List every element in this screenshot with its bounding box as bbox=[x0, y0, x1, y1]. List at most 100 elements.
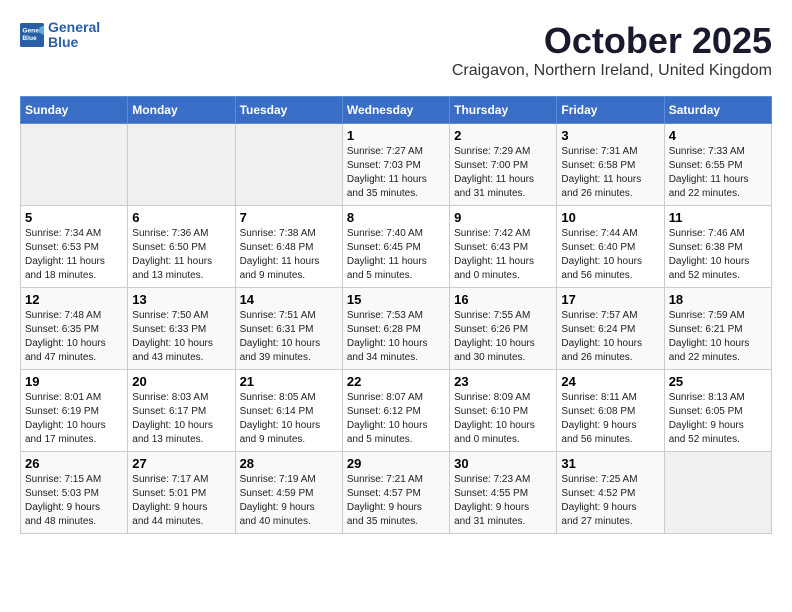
calendar-cell: 15 Sunrise: 7:53 AM Sunset: 6:28 PM Dayli… bbox=[342, 288, 449, 370]
day-details: Sunrise: 7:15 AM Sunset: 5:03 PM Dayligh… bbox=[25, 473, 123, 529]
day-details: Sunrise: 7:25 AM Sunset: 4:52 PM Dayligh… bbox=[561, 473, 659, 529]
calendar-cell: 12Sunrise: 7:48 AM Sunset: 6:35 PM Dayli… bbox=[21, 288, 128, 370]
day-number: 2 bbox=[454, 128, 552, 143]
logo-line2: Blue bbox=[48, 35, 100, 50]
day-details: Sunrise: 7:44 AM Sunset: 6:40 PM Dayligh… bbox=[561, 227, 659, 283]
day-number: 7 bbox=[240, 210, 338, 225]
day-number: 8 bbox=[347, 210, 445, 225]
day-number: 17 bbox=[561, 292, 659, 307]
calendar-cell: 20 Sunrise: 8:03 AM Sunset: 6:17 PM Dayli… bbox=[128, 370, 235, 452]
day-number: 15 bbox=[347, 292, 445, 307]
day-details: Sunrise: 7:36 AM Sunset: 6:50 PM Dayligh… bbox=[132, 227, 230, 283]
calendar-cell: 11 Sunrise: 7:46 AM Sunset: 6:38 PM Dayli… bbox=[664, 206, 771, 288]
day-details: Sunrise: 7:59 AM Sunset: 6:21 PM Dayligh… bbox=[669, 309, 767, 365]
day-details: Sunrise: 7:23 AM Sunset: 4:55 PM Dayligh… bbox=[454, 473, 552, 529]
day-number: 5 bbox=[25, 210, 123, 225]
day-number: 9 bbox=[454, 210, 552, 225]
day-details: Sunrise: 8:13 AM Sunset: 6:05 PM Dayligh… bbox=[669, 391, 767, 447]
calendar-cell bbox=[21, 124, 128, 206]
day-header-friday: Friday bbox=[557, 97, 664, 124]
logo-icon: General Blue bbox=[20, 23, 44, 47]
day-number: 20 bbox=[132, 374, 230, 389]
calendar-cell bbox=[664, 452, 771, 534]
logo-line1: General bbox=[48, 20, 100, 35]
calendar-cell: 17 Sunrise: 7:57 AM Sunset: 6:24 PM Dayli… bbox=[557, 288, 664, 370]
day-details: Sunrise: 7:46 AM Sunset: 6:38 PM Dayligh… bbox=[669, 227, 767, 283]
calendar-cell: 9 Sunrise: 7:42 AM Sunset: 6:43 PM Daylig… bbox=[450, 206, 557, 288]
calendar-cell: 30 Sunrise: 7:23 AM Sunset: 4:55 PM Dayli… bbox=[450, 452, 557, 534]
calendar-cell: 24 Sunrise: 8:11 AM Sunset: 6:08 PM Dayli… bbox=[557, 370, 664, 452]
calendar-cell: 19Sunrise: 8:01 AM Sunset: 6:19 PM Dayli… bbox=[21, 370, 128, 452]
day-number: 19 bbox=[25, 374, 123, 389]
day-number: 23 bbox=[454, 374, 552, 389]
day-details: Sunrise: 7:53 AM Sunset: 6:28 PM Dayligh… bbox=[347, 309, 445, 365]
day-details: Sunrise: 7:31 AM Sunset: 6:58 PM Dayligh… bbox=[561, 145, 659, 201]
day-number: 27 bbox=[132, 456, 230, 471]
day-number: 4 bbox=[669, 128, 767, 143]
day-number: 29 bbox=[347, 456, 445, 471]
day-header-thursday: Thursday bbox=[450, 97, 557, 124]
logo: General Blue General Blue bbox=[20, 20, 100, 51]
day-details: Sunrise: 7:19 AM Sunset: 4:59 PM Dayligh… bbox=[240, 473, 338, 529]
day-header-saturday: Saturday bbox=[664, 97, 771, 124]
calendar-cell: 23 Sunrise: 8:09 AM Sunset: 6:10 PM Dayli… bbox=[450, 370, 557, 452]
day-number: 16 bbox=[454, 292, 552, 307]
calendar-cell: 3 Sunrise: 7:31 AM Sunset: 6:58 PM Daylig… bbox=[557, 124, 664, 206]
day-number: 1 bbox=[347, 128, 445, 143]
day-details: Sunrise: 7:48 AM Sunset: 6:35 PM Dayligh… bbox=[25, 309, 123, 365]
day-header-sunday: Sunday bbox=[21, 97, 128, 124]
day-number: 6 bbox=[132, 210, 230, 225]
day-details: Sunrise: 8:11 AM Sunset: 6:08 PM Dayligh… bbox=[561, 391, 659, 447]
day-number: 26 bbox=[25, 456, 123, 471]
calendar-cell: 4 Sunrise: 7:33 AM Sunset: 6:55 PM Daylig… bbox=[664, 124, 771, 206]
day-number: 14 bbox=[240, 292, 338, 307]
calendar-cell bbox=[128, 124, 235, 206]
day-details: Sunrise: 8:05 AM Sunset: 6:14 PM Dayligh… bbox=[240, 391, 338, 447]
calendar-cell: 8 Sunrise: 7:40 AM Sunset: 6:45 PM Daylig… bbox=[342, 206, 449, 288]
day-number: 13 bbox=[132, 292, 230, 307]
day-details: Sunrise: 7:33 AM Sunset: 6:55 PM Dayligh… bbox=[669, 145, 767, 201]
day-number: 28 bbox=[240, 456, 338, 471]
calendar-cell: 27 Sunrise: 7:17 AM Sunset: 5:01 PM Dayli… bbox=[128, 452, 235, 534]
day-details: Sunrise: 8:09 AM Sunset: 6:10 PM Dayligh… bbox=[454, 391, 552, 447]
calendar-cell: 18 Sunrise: 7:59 AM Sunset: 6:21 PM Dayli… bbox=[664, 288, 771, 370]
calendar-cell: 1 Sunrise: 7:27 AM Sunset: 7:03 PM Daylig… bbox=[342, 124, 449, 206]
day-number: 10 bbox=[561, 210, 659, 225]
calendar-cell: 21 Sunrise: 8:05 AM Sunset: 6:14 PM Dayli… bbox=[235, 370, 342, 452]
calendar-cell: 13Sunrise: 7:50 AM Sunset: 6:33 PM Dayli… bbox=[128, 288, 235, 370]
day-details: Sunrise: 8:03 AM Sunset: 6:17 PM Dayligh… bbox=[132, 391, 230, 447]
day-number: 30 bbox=[454, 456, 552, 471]
day-number: 3 bbox=[561, 128, 659, 143]
day-details: Sunrise: 7:51 AM Sunset: 6:31 PM Dayligh… bbox=[240, 309, 338, 365]
day-header-wednesday: Wednesday bbox=[342, 97, 449, 124]
calendar-cell: 16 Sunrise: 7:55 AM Sunset: 6:26 PM Dayli… bbox=[450, 288, 557, 370]
calendar-cell: 10 Sunrise: 7:44 AM Sunset: 6:40 PM Dayli… bbox=[557, 206, 664, 288]
day-details: Sunrise: 7:55 AM Sunset: 6:26 PM Dayligh… bbox=[454, 309, 552, 365]
day-details: Sunrise: 7:29 AM Sunset: 7:00 PM Dayligh… bbox=[454, 145, 552, 201]
svg-text:Blue: Blue bbox=[22, 35, 37, 42]
day-details: Sunrise: 7:27 AM Sunset: 7:03 PM Dayligh… bbox=[347, 145, 445, 201]
day-details: Sunrise: 7:42 AM Sunset: 6:43 PM Dayligh… bbox=[454, 227, 552, 283]
day-header-monday: Monday bbox=[128, 97, 235, 124]
month-title: October 2025 bbox=[452, 20, 772, 62]
day-number: 11 bbox=[669, 210, 767, 225]
calendar-cell bbox=[235, 124, 342, 206]
location-subtitle: Craigavon, Northern Ireland, United King… bbox=[452, 62, 772, 80]
calendar-cell: 29 Sunrise: 7:21 AM Sunset: 4:57 PM Dayli… bbox=[342, 452, 449, 534]
day-number: 21 bbox=[240, 374, 338, 389]
day-number: 22 bbox=[347, 374, 445, 389]
day-number: 24 bbox=[561, 374, 659, 389]
calendar-cell: 6 Sunrise: 7:36 AM Sunset: 6:50 PM Daylig… bbox=[128, 206, 235, 288]
calendar-cell: 28 Sunrise: 7:19 AM Sunset: 4:59 PM Dayli… bbox=[235, 452, 342, 534]
calendar-cell: 5 Sunrise: 7:34 AM Sunset: 6:53 PM Daylig… bbox=[21, 206, 128, 288]
day-details: Sunrise: 7:34 AM Sunset: 6:53 PM Dayligh… bbox=[25, 227, 123, 283]
day-details: Sunrise: 7:57 AM Sunset: 6:24 PM Dayligh… bbox=[561, 309, 659, 365]
day-details: Sunrise: 8:07 AM Sunset: 6:12 PM Dayligh… bbox=[347, 391, 445, 447]
day-number: 18 bbox=[669, 292, 767, 307]
calendar-cell: 25Sunrise: 8:13 AM Sunset: 6:05 PM Dayli… bbox=[664, 370, 771, 452]
calendar-cell: 31Sunrise: 7:25 AM Sunset: 4:52 PM Dayli… bbox=[557, 452, 664, 534]
day-details: Sunrise: 7:17 AM Sunset: 5:01 PM Dayligh… bbox=[132, 473, 230, 529]
day-details: Sunrise: 7:21 AM Sunset: 4:57 PM Dayligh… bbox=[347, 473, 445, 529]
day-details: Sunrise: 7:40 AM Sunset: 6:45 PM Dayligh… bbox=[347, 227, 445, 283]
calendar-cell: 7Sunrise: 7:38 AM Sunset: 6:48 PM Daylig… bbox=[235, 206, 342, 288]
